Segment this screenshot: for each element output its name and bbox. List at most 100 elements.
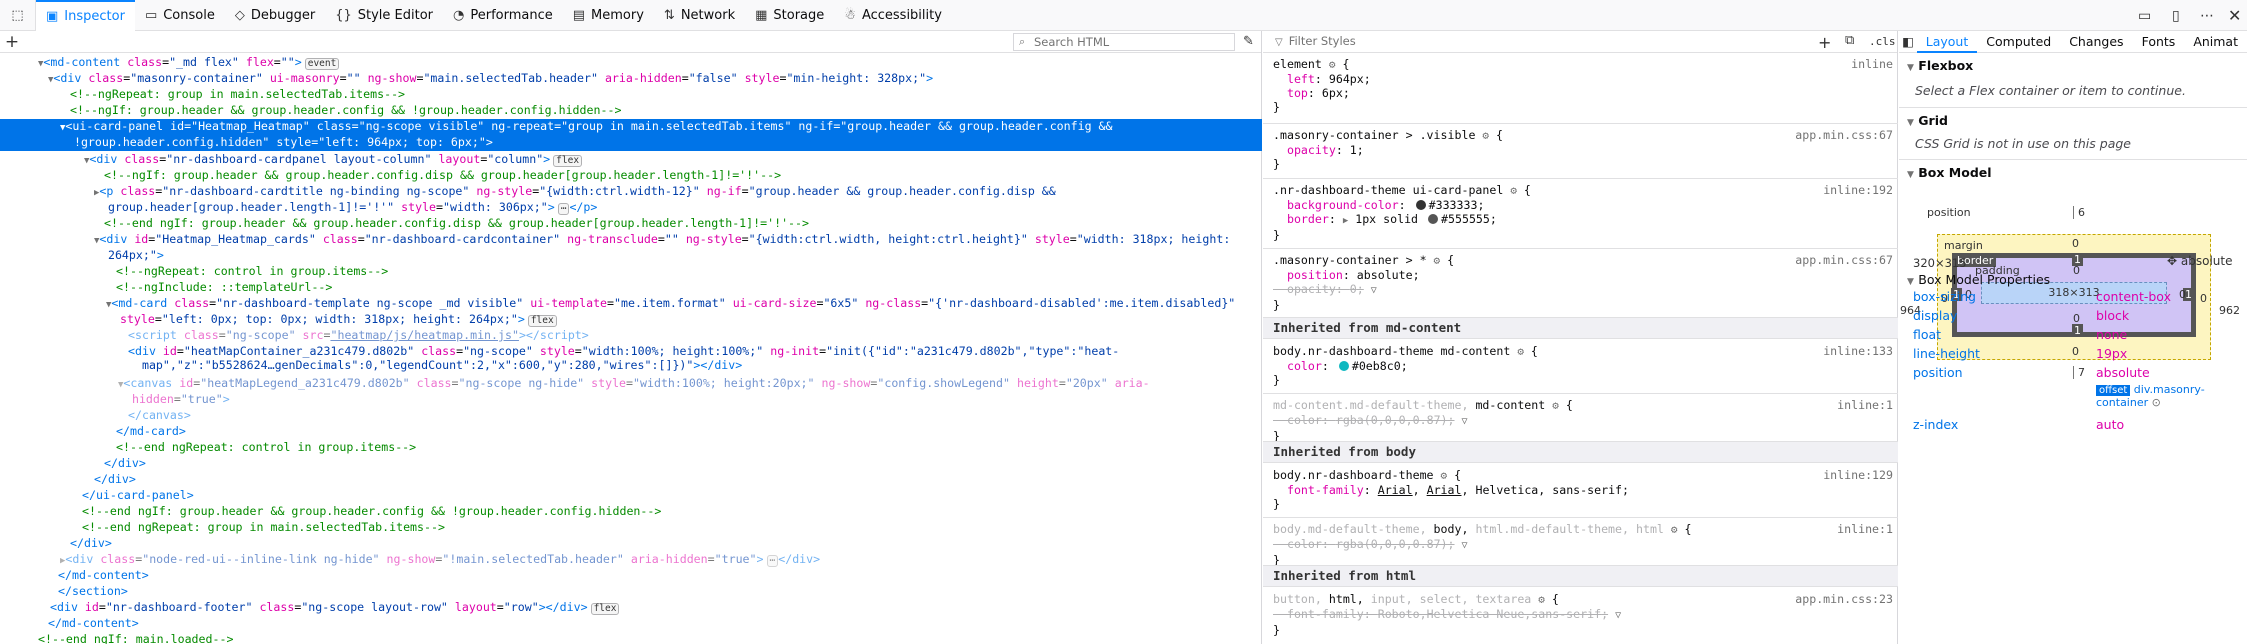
tree-node[interactable]: ▼<div class="masonry-container" ui-mason… — [0, 71, 1262, 87]
tree-node[interactable]: ▶<p class="nr-dashboard-cardtitle ng-bin… — [0, 184, 1262, 216]
tree-comment[interactable]: <!--ngInclude: ::templateUrl--> — [0, 280, 1262, 296]
position-bottom-value[interactable]: 7 — [2073, 366, 2085, 379]
collapse-icon: ▼ — [1907, 63, 1914, 73]
rules-list[interactable]: element ⚙ {inline left: 964px; top: 6px;… — [1263, 53, 1898, 644]
tree-node[interactable]: </div> — [0, 536, 1262, 552]
tab-inspector[interactable]: ▣ Inspector — [36, 0, 135, 31]
performance-icon: ◔ — [453, 7, 465, 23]
prop-value[interactable]: auto — [2096, 417, 2124, 432]
tree-node[interactable]: </div> — [0, 456, 1262, 472]
tree-comment[interactable]: <!--ngRepeat: control in group.items--> — [0, 264, 1262, 280]
more-options-icon[interactable]: ⋯ — [2200, 0, 2214, 31]
tree-node[interactable]: ▶<div class="node-red-ui--inline-link ng… — [0, 552, 1262, 568]
flexbox-section-header[interactable]: ▼ Flexbox — [1899, 57, 2247, 77]
close-icon[interactable]: ✕ — [2228, 0, 2241, 31]
prop-value[interactable]: block — [2096, 308, 2129, 323]
target-icon[interactable]: ⊙ — [2152, 396, 2161, 409]
add-rule-button[interactable]: + — [1818, 33, 1831, 52]
toggle-pseudo-class-icon[interactable]: ⧉ — [1845, 33, 1854, 48]
rule-body-theme-color[interactable]: body.nr-dashboard-theme md-content ⚙ {in… — [1273, 344, 1893, 387]
storage-icon: ▦ — [755, 7, 768, 23]
padding-bottom-value[interactable]: 0 — [2073, 312, 2080, 325]
tree-node[interactable]: ▼<div id="Heatmap_Heatmap_cards" class="… — [0, 232, 1262, 264]
tree-node[interactable]: </section> — [0, 584, 1262, 600]
tab-performance[interactable]: ◔ Performance — [443, 0, 563, 31]
rule-masonry-star[interactable]: .masonry-container > * ⚙ {app.min.css:67… — [1273, 253, 1893, 312]
tree-comment[interactable]: <!--end ngIf: main.loaded--> — [0, 632, 1262, 644]
tab-console[interactable]: ▭ Console — [135, 0, 225, 31]
add-node-button[interactable]: + — [0, 32, 24, 52]
markup-tree[interactable]: ▼<md-content class="_md flex" flex=""> ev… — [0, 53, 1262, 644]
tab-style-editor[interactable]: {} Style Editor — [325, 0, 443, 31]
tree-comment[interactable]: <!--end ngRepeat: control in group.items… — [0, 440, 1262, 456]
position-right-value[interactable]: 962 — [2219, 304, 2240, 317]
tree-node[interactable]: ▼<div class="nr-dashboard-cardpanel layo… — [0, 152, 1262, 168]
tree-node[interactable]: ▼<md-content class="_md flex" flex=""> ev… — [0, 55, 1262, 71]
rule-ui-card-panel[interactable]: .nr-dashboard-theme ui-card-panel ⚙ {inl… — [1273, 183, 1893, 242]
tree-node[interactable]: </md-content> — [0, 616, 1262, 632]
tree-node[interactable]: ▼<md-card class="nr-dashboard-template n… — [0, 296, 1262, 328]
tab-fonts[interactable]: Fonts — [2133, 31, 2185, 53]
position-top-value[interactable]: 6 — [2073, 206, 2085, 219]
tree-node[interactable]: <script class="ng-scope" src="heatmap/js… — [0, 328, 1262, 344]
tree-node[interactable]: </ui-card-panel> — [0, 488, 1262, 504]
prop-value[interactable]: absolute — [2096, 365, 2150, 380]
tree-comment[interactable]: <!--end ngRepeat: group in main.selected… — [0, 520, 1262, 536]
tree-node[interactable]: </md-card> — [0, 424, 1262, 440]
selected-tree-node[interactable]: ▼<ui-card-panel id="Heatmap_Heatmap" cla… — [0, 119, 1262, 151]
eyedropper-icon[interactable]: ✎ — [1243, 34, 1254, 49]
tree-comment[interactable]: <!--end ngIf: group.header && group.head… — [0, 504, 1262, 520]
rules-toolbar: ▽ Filter Styles + ⧉ .cls — [1263, 31, 1897, 53]
prop-value[interactable]: 19px — [2096, 346, 2127, 361]
rule-masonry-visible[interactable]: .masonry-container > .visible ⚙ {app.min… — [1273, 128, 1893, 171]
tree-comment[interactable]: <!--end ngIf: group.header && group.head… — [0, 216, 1262, 232]
offset-parent[interactable]: offset div.masonry-container ⊙ — [2096, 383, 2244, 409]
network-icon: ⇅ — [663, 7, 675, 23]
markup-panel: + ⌕ Search HTML ✎ ▼<md-content class="_md… — [0, 31, 1262, 644]
filter-icon: ▽ — [1275, 37, 1283, 48]
margin-bottom-value[interactable]: 0 — [2072, 345, 2079, 358]
grid-section-header[interactable]: ▼ Grid — [1899, 107, 2247, 132]
border-bottom-value[interactable]: 1 — [2072, 324, 2083, 337]
tab-debugger[interactable]: ◇ Debugger — [225, 0, 325, 31]
responsive-icon[interactable]: ▯ — [2172, 0, 2180, 31]
tree-node[interactable]: </md-content> — [0, 568, 1262, 584]
tree-node[interactable]: </canvas> — [0, 408, 1262, 424]
search-html-input[interactable]: ⌕ Search HTML — [1013, 33, 1235, 51]
tree-comment[interactable]: <!--ngIf: group.header && group.header.c… — [0, 103, 1262, 119]
tree-comment[interactable]: <!--ngRepeat: group in main.selectedTab.… — [0, 87, 1262, 103]
tab-animations[interactable]: Animat — [2184, 31, 2247, 53]
inherited-header: Inherited from body — [1263, 441, 1898, 463]
tab-network[interactable]: ⇅ Network — [654, 0, 745, 31]
inspector-icon: ▣ — [46, 8, 59, 24]
tab-changes[interactable]: Changes — [2060, 31, 2132, 53]
prop-value[interactable]: content-box — [2096, 289, 2171, 304]
tab-computed[interactable]: Computed — [1977, 31, 2060, 53]
tab-layout[interactable]: Layout — [1916, 31, 1978, 53]
dock-icon[interactable]: ▭ — [2138, 0, 2151, 31]
tab-memory[interactable]: ▤ Memory — [563, 0, 654, 31]
rule-html-font[interactable]: button, html, input, select, textarea ⚙ … — [1273, 592, 1893, 637]
cls-button[interactable]: .cls — [1869, 35, 1896, 48]
rule-body-font[interactable]: body.nr-dashboard-theme ⚙ {inline:129 fo… — [1273, 468, 1893, 511]
tree-node[interactable]: </div> — [0, 472, 1262, 488]
tree-node[interactable]: <div id="nr-dashboard-footer" class="ng-… — [0, 600, 1262, 616]
rule-body-default[interactable]: body.md-default-theme, body, html.md-def… — [1273, 522, 1893, 567]
prop-value[interactable]: none — [2096, 327, 2127, 342]
element-picker-button[interactable]: ⬚ — [0, 0, 36, 31]
margin-top-value[interactable]: 0 — [2072, 237, 2079, 250]
rule-element[interactable]: element ⚙ {inline left: 964px; top: 6px;… — [1273, 57, 1893, 114]
box-model-section-header[interactable]: ▼ Box Model — [1899, 159, 2247, 184]
margin-right-value[interactable]: 0 — [2200, 292, 2207, 305]
tree-comment[interactable]: <!--ngIf: group.header && group.header.c… — [0, 168, 1262, 184]
box-model-properties-header[interactable]: ▼ Box Model Properties — [1899, 271, 2247, 291]
tree-node[interactable]: ▼<canvas id="heatMapLegend_a231c479.d802… — [0, 376, 1262, 408]
rule-md-default-theme[interactable]: md-content.md-default-theme, md-content … — [1273, 398, 1893, 443]
tab-storage[interactable]: ▦ Storage — [745, 0, 834, 31]
tree-node[interactable]: <div id="heatMapContainer_a231c479.d802b… — [0, 344, 1262, 376]
collapse-icon: ▼ — [1907, 170, 1914, 180]
tab-accessibility[interactable]: ☃ Accessibility — [834, 0, 952, 31]
filter-styles-input[interactable]: ▽ Filter Styles — [1275, 34, 1356, 48]
toggle-pane-icon[interactable]: ◧ — [1899, 34, 1917, 49]
accessibility-icon: ☃ — [844, 7, 856, 23]
